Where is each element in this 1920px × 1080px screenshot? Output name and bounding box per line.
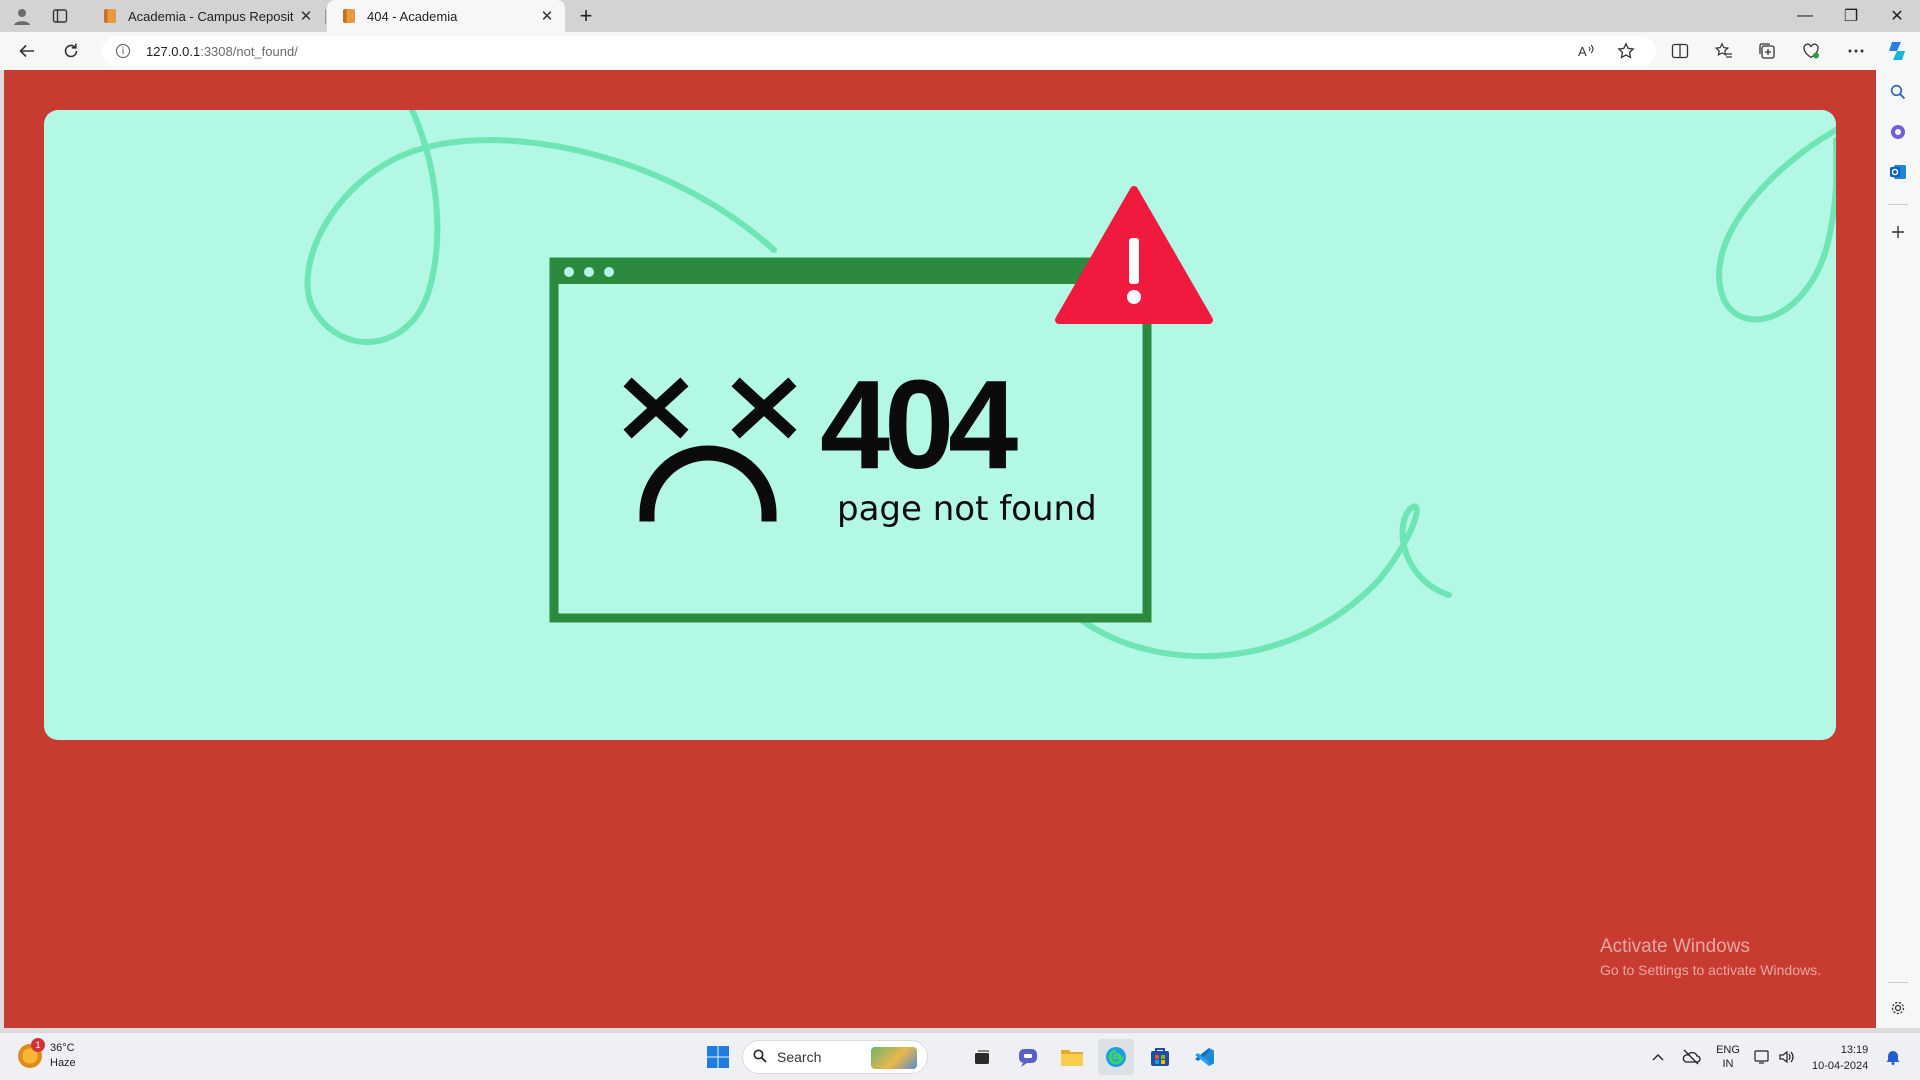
reload-icon: [64, 43, 78, 58]
watermark-subtitle: Go to Settings to activate Windows.: [1600, 962, 1821, 978]
collections-icon[interactable]: [1753, 38, 1781, 64]
vscode-button[interactable]: [1186, 1039, 1222, 1075]
notifications-bell-icon[interactable]: [1882, 1033, 1904, 1080]
language-indicator[interactable]: ENG IN: [1714, 1033, 1742, 1080]
onedrive-status-icon[interactable]: [1678, 1033, 1704, 1080]
split-screen-icon[interactable]: [1666, 38, 1694, 64]
not-found-card: 404 page not found: [44, 110, 1836, 740]
edge-icon: [1106, 1047, 1126, 1067]
search-label: Search: [777, 1049, 822, 1065]
search-icon[interactable]: [1884, 78, 1912, 106]
tab-actions-icon[interactable]: [46, 3, 74, 29]
restore-button[interactable]: ❐: [1828, 0, 1874, 32]
address-bar[interactable]: i 127.0.0.1:3308/not_found/: [102, 36, 1656, 66]
folder-icon: [1061, 1050, 1083, 1066]
site-info-icon[interactable]: i: [116, 44, 130, 58]
url-text[interactable]: 127.0.0.1:3308/not_found/: [146, 44, 298, 59]
minimize-button[interactable]: —: [1782, 0, 1828, 32]
error-message-text: page not found: [837, 489, 1097, 529]
tab-separator: [325, 9, 326, 24]
back-arrow-icon: [19, 44, 34, 58]
page-viewport: 404 page not found Activate Windows Go t…: [4, 70, 1876, 1028]
tab-title: 404 - Academia: [367, 8, 458, 24]
region-code: IN: [1722, 1058, 1734, 1070]
search-highlight-art: [871, 1047, 917, 1069]
activate-windows-watermark: Activate Windows Go to Settings to activ…: [1600, 936, 1821, 978]
sidebar-divider: [1888, 982, 1908, 983]
task-view-icon: [975, 1050, 989, 1064]
copilot-icon[interactable]: [1883, 38, 1911, 64]
start-button[interactable]: [700, 1039, 736, 1075]
watermark-title: Activate Windows: [1600, 936, 1750, 957]
tab-close-icon[interactable]: ✕: [294, 4, 318, 28]
clock-time: 13:19: [1840, 1044, 1869, 1056]
weather-sun-icon: 1: [18, 1038, 45, 1068]
weather-badge: 1: [31, 1038, 45, 1052]
reload-button[interactable]: [56, 37, 86, 65]
window-dot: [604, 267, 614, 277]
system-clock[interactable]: 13:19 10-04-2024: [1812, 1042, 1868, 1074]
tab-strip: Academia - Campus Repository ✕ 404 - Aca…: [0, 0, 1920, 32]
not-found-illustration: 404 page not found: [304, 110, 1836, 660]
language-code: ENG: [1716, 1044, 1740, 1056]
weather-widget[interactable]: 1 36°C Haze: [18, 1038, 76, 1071]
task-view-button[interactable]: [964, 1039, 1000, 1075]
edge-sidebar: [1876, 70, 1920, 1028]
microsoft-store-button[interactable]: [1142, 1039, 1178, 1075]
search-icon: [753, 1049, 767, 1066]
svg-text:A: A: [1578, 44, 1587, 59]
vscode-icon: [1195, 1048, 1214, 1066]
error-code-text: 404: [820, 354, 1018, 495]
chat-icon: [1019, 1049, 1037, 1067]
tab-close-icon[interactable]: ✕: [535, 4, 559, 28]
close-window-button[interactable]: ✕: [1874, 0, 1920, 32]
weather-condition: Haze: [50, 1057, 76, 1069]
window-dot: [584, 267, 594, 277]
chevron-up-icon: [1652, 1054, 1664, 1061]
network-volume-group[interactable]: [1752, 1033, 1798, 1080]
window-dot: [564, 267, 574, 277]
add-sidebar-app-icon[interactable]: [1884, 218, 1912, 246]
clock-date: 10-04-2024: [1812, 1060, 1869, 1072]
browser-essentials-icon[interactable]: [1797, 38, 1825, 64]
back-button[interactable]: [12, 37, 42, 65]
new-tab-button[interactable]: +: [572, 3, 600, 29]
warning-triangle-icon: [1055, 186, 1213, 324]
favorites-icon[interactable]: [1710, 38, 1738, 64]
outlook-icon[interactable]: [1884, 158, 1912, 186]
copilot-discover-icon[interactable]: [1884, 118, 1912, 146]
windows-taskbar: 1 36°C Haze Search ENG IN 13:19 10-04-20…: [0, 1032, 1920, 1080]
store-icon: [1151, 1048, 1169, 1066]
sidebar-settings-icon[interactable]: [1884, 994, 1912, 1022]
tab-404-academia[interactable]: 404 - Academia ✕: [327, 0, 565, 32]
show-hidden-icons-button[interactable]: [1648, 1033, 1668, 1080]
windows-logo-icon: [707, 1046, 729, 1068]
profile-icon[interactable]: [8, 3, 36, 29]
tab-academia-repository[interactable]: Academia - Campus Repository ✕: [88, 0, 324, 32]
teams-chat-button[interactable]: [1010, 1039, 1046, 1075]
network-icon: [1754, 1050, 1769, 1064]
favorite-star-icon[interactable]: [1612, 38, 1640, 64]
weather-temperature: 36°C: [50, 1042, 75, 1054]
edge-browser-button[interactable]: [1098, 1039, 1134, 1075]
more-options-icon[interactable]: [1842, 38, 1870, 64]
tab-title: Academia - Campus Repository: [128, 8, 294, 24]
browser-toolbar: i 127.0.0.1:3308/not_found/ A: [0, 32, 1920, 70]
read-aloud-icon[interactable]: A: [1572, 38, 1600, 64]
taskbar-search[interactable]: Search: [742, 1040, 928, 1074]
academia-favicon-icon: [104, 9, 116, 23]
academia-favicon-icon: [343, 9, 355, 23]
file-explorer-button[interactable]: [1054, 1039, 1090, 1075]
sidebar-divider: [1888, 204, 1908, 205]
volume-icon: [1779, 1050, 1794, 1064]
